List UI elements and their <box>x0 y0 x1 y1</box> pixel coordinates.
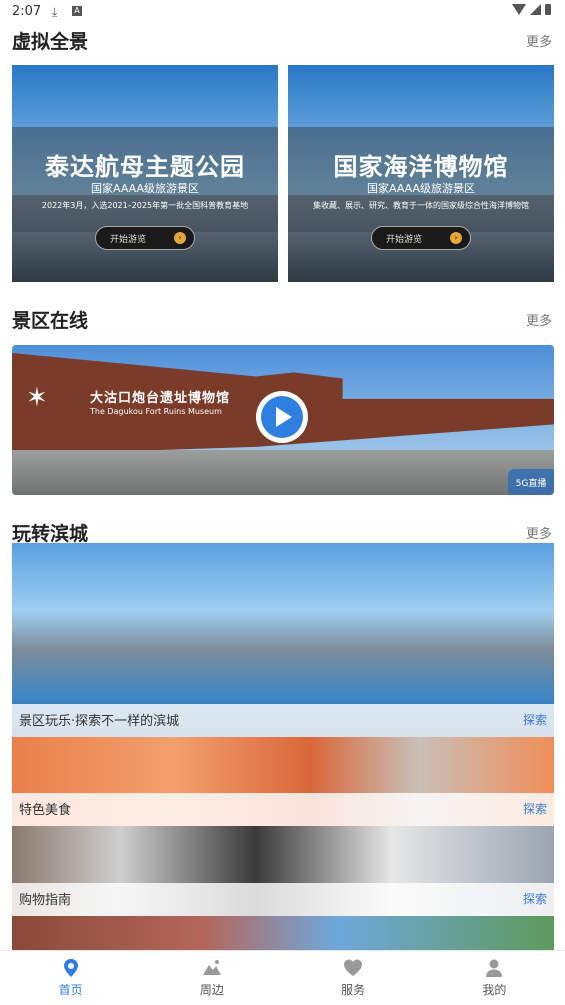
notification-icon: A <box>72 6 82 16</box>
tab-label: 首页 <box>58 983 83 997</box>
tab-services[interactable]: 服务 <box>283 951 424 1005</box>
live-venue-name: 大沽口炮台遗址博物馆 <box>90 391 231 406</box>
start-tour-label: 开始游览 <box>386 234 423 245</box>
explore-item-label: 特色美食 <box>19 803 72 818</box>
explore-link[interactable]: 探索 <box>523 800 547 817</box>
status-bar: 2:07 ⤓ A <box>0 0 565 24</box>
panorama-card-title: 国家海洋博物馆 <box>333 153 509 181</box>
explore-link[interactable]: 探索 <box>523 711 547 728</box>
tab-nearby[interactable]: 周边 <box>141 951 282 1005</box>
bottom-tab-bar: 首页 周边 服务 我的 <box>0 950 565 1005</box>
status-time: 2:07 <box>12 4 42 19</box>
panorama-card-ocean-museum[interactable]: 国家海洋博物馆 国家AAAA级旅游景区 集收藏、展示、研究、教育于一体的国家级综… <box>288 65 554 282</box>
more-link-virtual-panorama[interactable]: 更多 <box>526 31 552 50</box>
download-icon: ⤓ <box>52 5 58 19</box>
start-tour-label: 开始游览 <box>110 234 147 245</box>
arrow-right-icon: › <box>174 232 186 244</box>
explore-item-partial <box>12 916 554 950</box>
play-icon <box>276 407 292 427</box>
section-title-explore-city: 玩转滨城 <box>12 523 89 545</box>
location-pin-icon <box>63 959 78 977</box>
explore-item-label: 景区玩乐·探索不一样的滨城 <box>19 714 180 729</box>
live-venue-name-en: The Dagukou Fort Ruins Museum <box>90 407 222 416</box>
more-link-explore-city[interactable]: 更多 <box>526 523 552 542</box>
explore-item-attractions[interactable]: 景区玩乐·探索不一样的滨城 探索 <box>12 543 554 737</box>
explore-link[interactable]: 探索 <box>523 890 547 907</box>
start-tour-button[interactable]: 开始游览 › <box>95 226 195 250</box>
tab-profile[interactable]: 我的 <box>424 951 565 1005</box>
tab-label: 我的 <box>482 983 507 997</box>
panorama-card-aircraft-carrier[interactable]: 泰达航母主题公园 国家AAAA级旅游景区 2022年3月，入选2021–2025… <box>12 65 278 282</box>
live-stream-card[interactable]: ✶ 大沽口炮台遗址博物馆 The Dagukou Fort Ruins Muse… <box>12 345 554 495</box>
signal-icon <box>530 4 541 15</box>
battery-icon <box>545 4 551 15</box>
play-button[interactable] <box>256 391 308 443</box>
mountain-icon <box>202 960 221 975</box>
start-tour-button[interactable]: 开始游览 › <box>371 226 471 250</box>
museum-logo-icon: ✶ <box>26 383 48 413</box>
heart-icon <box>344 959 363 976</box>
panorama-card-title: 泰达航母主题公园 <box>45 153 245 181</box>
section-title-virtual-panorama: 虚拟全景 <box>12 31 89 53</box>
explore-item-label: 购物指南 <box>19 893 72 908</box>
status-icons <box>512 4 551 15</box>
person-icon <box>486 959 503 977</box>
wifi-icon <box>512 4 526 15</box>
more-link-scenic-online[interactable]: 更多 <box>526 310 552 329</box>
tab-label: 服务 <box>341 983 366 997</box>
tab-home[interactable]: 首页 <box>0 951 141 1005</box>
panorama-card-desc: 2022年3月，入选2021–2025年第一批全国科普教育基地 <box>41 201 249 210</box>
explore-item-food[interactable]: 特色美食 探索 <box>12 737 554 826</box>
section-title-scenic-online: 景区在线 <box>12 310 89 332</box>
live-badge: 5G直播 <box>508 469 554 495</box>
panorama-card-desc: 集收藏、展示、研究、教育于一体的国家级综合性海洋博物馆 <box>313 201 529 210</box>
arrow-right-icon: › <box>450 232 462 244</box>
panorama-card-grade: 国家AAAA级旅游景区 <box>90 182 200 195</box>
explore-item-shopping[interactable]: 购物指南 探索 <box>12 826 554 916</box>
tab-label: 周边 <box>199 983 224 997</box>
panorama-card-grade: 国家AAAA级旅游景区 <box>366 182 476 195</box>
